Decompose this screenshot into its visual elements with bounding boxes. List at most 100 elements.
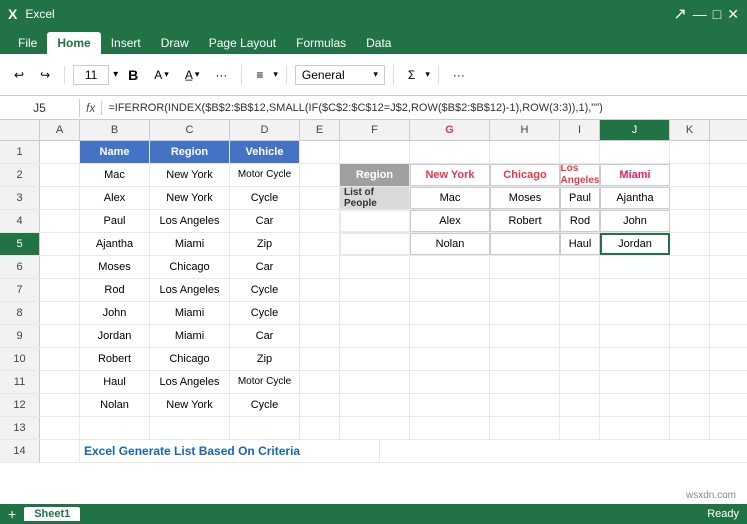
cell-b14-footer[interactable]: Excel Generate List Based On Criteria <box>80 440 380 462</box>
cell-f4[interactable] <box>340 210 410 232</box>
text-color-button[interactable]: A̲ ▾ <box>179 66 206 84</box>
cell-b8[interactable]: John <box>80 302 150 324</box>
cell-j1[interactable] <box>600 141 670 163</box>
cell-b9[interactable]: Jordan <box>80 325 150 347</box>
cell-f1[interactable] <box>340 141 410 163</box>
col-header-c[interactable]: C <box>150 120 230 140</box>
cell-b3[interactable]: Alex <box>80 187 150 209</box>
sheet-add-icon[interactable]: + <box>8 506 16 522</box>
cell-k4[interactable] <box>670 210 710 232</box>
cell-c1[interactable]: Region <box>150 141 230 163</box>
col-header-b[interactable]: B <box>80 120 150 140</box>
cell-a3[interactable] <box>40 187 80 209</box>
more-options-button[interactable]: ··· <box>447 66 471 84</box>
cell-d11[interactable]: Motor Cycle <box>230 371 300 393</box>
cell-e1[interactable] <box>300 141 340 163</box>
cell-e3[interactable] <box>300 187 340 209</box>
sum-button[interactable]: Σ <box>402 66 421 84</box>
tab-page-layout[interactable]: Page Layout <box>199 32 286 54</box>
chevron-down-icon[interactable]: ▾ <box>113 69 118 80</box>
cell-k1[interactable] <box>670 141 710 163</box>
undo-button[interactable]: ↩ <box>8 66 30 84</box>
cell-a2[interactable] <box>40 164 80 186</box>
cell-g3[interactable]: Mac <box>410 187 490 209</box>
cell-d5[interactable]: Zip <box>230 233 300 255</box>
redo-button[interactable]: ↪ <box>34 66 56 84</box>
cell-b2[interactable]: Mac <box>80 164 150 186</box>
cell-i4[interactable]: Rod <box>560 210 600 232</box>
tab-draw[interactable]: Draw <box>151 32 199 54</box>
font-color-button[interactable]: A ▾ <box>148 66 175 84</box>
cell-b12[interactable]: Nolan <box>80 394 150 416</box>
col-header-j[interactable]: J <box>600 120 670 140</box>
tab-formulas[interactable]: Formulas <box>286 32 356 54</box>
cell-d6[interactable]: Car <box>230 256 300 278</box>
cell-k3[interactable] <box>670 187 710 209</box>
cell-g4[interactable]: Alex <box>410 210 490 232</box>
cell-d1[interactable]: Vehicle <box>230 141 300 163</box>
col-header-e[interactable]: E <box>300 120 340 140</box>
cell-f2[interactable]: Region <box>340 164 410 186</box>
cell-h5[interactable] <box>490 233 560 255</box>
cell-a1[interactable] <box>40 141 80 163</box>
cell-reference[interactable]: J5 <box>0 99 80 117</box>
cell-a6[interactable] <box>40 256 80 278</box>
share-icon[interactable]: ↗ <box>673 4 686 24</box>
cell-g5[interactable]: Nolan <box>410 233 490 255</box>
cell-k5[interactable] <box>670 233 710 255</box>
cell-h2[interactable]: Chicago <box>490 164 560 186</box>
cell-c7[interactable]: Los Angeles <box>150 279 230 301</box>
cell-c9[interactable]: Miami <box>150 325 230 347</box>
align-button[interactable]: ≡ <box>250 66 269 84</box>
cell-c4[interactable]: Los Angeles <box>150 210 230 232</box>
col-header-g[interactable]: G <box>410 120 490 140</box>
cell-h3[interactable]: Moses <box>490 187 560 209</box>
cell-j4[interactable]: John <box>600 210 670 232</box>
tab-data[interactable]: Data <box>356 32 401 54</box>
close-icon[interactable]: ✕ <box>727 6 739 23</box>
cell-a5[interactable] <box>40 233 80 255</box>
cell-d3[interactable]: Cycle <box>230 187 300 209</box>
minimize-icon[interactable]: — <box>693 6 707 22</box>
maximize-icon[interactable]: □ <box>713 6 721 22</box>
cell-e6[interactable] <box>300 256 340 278</box>
cell-b4[interactable]: Paul <box>80 210 150 232</box>
cell-i3[interactable]: Paul <box>560 187 600 209</box>
cell-b11[interactable]: Haul <box>80 371 150 393</box>
cell-d8[interactable]: Cycle <box>230 302 300 324</box>
col-header-f[interactable]: F <box>340 120 410 140</box>
cell-d4[interactable]: Car <box>230 210 300 232</box>
sheet-tab-sheet1[interactable]: Sheet1 <box>24 507 80 521</box>
cell-d10[interactable]: Zip <box>230 348 300 370</box>
tab-home[interactable]: Home <box>47 32 100 54</box>
tab-file[interactable]: File <box>8 32 47 54</box>
cell-j3[interactable]: Ajantha <box>600 187 670 209</box>
cell-e4[interactable] <box>300 210 340 232</box>
cell-c10[interactable]: Chicago <box>150 348 230 370</box>
col-header-d[interactable]: D <box>230 120 300 140</box>
cell-c2[interactable]: New York <box>150 164 230 186</box>
cell-d12[interactable]: Cycle <box>230 394 300 416</box>
cell-b7[interactable]: Rod <box>80 279 150 301</box>
cell-i5[interactable]: Haul <box>560 233 600 255</box>
cell-b10[interactable]: Robert <box>80 348 150 370</box>
cell-d2[interactable]: Motor Cycle <box>230 164 300 186</box>
cell-i2[interactable]: Los Angeles <box>560 164 600 186</box>
cell-j2[interactable]: Miami <box>600 164 670 186</box>
cell-j5[interactable]: Jordan <box>600 233 670 255</box>
cell-c8[interactable]: Miami <box>150 302 230 324</box>
font-size-input[interactable] <box>73 65 109 85</box>
more-button[interactable]: ··· <box>209 66 233 84</box>
tab-insert[interactable]: Insert <box>101 32 151 54</box>
cell-b1[interactable]: Name <box>80 141 150 163</box>
cell-b5[interactable]: Ajantha <box>80 233 150 255</box>
col-header-a[interactable]: A <box>40 120 80 140</box>
cell-k2[interactable] <box>670 164 710 186</box>
cell-e5[interactable] <box>300 233 340 255</box>
cell-d9[interactable]: Car <box>230 325 300 347</box>
cell-c5[interactable]: Miami <box>150 233 230 255</box>
cell-c12[interactable]: New York <box>150 394 230 416</box>
col-header-i[interactable]: I <box>560 120 600 140</box>
cell-h4[interactable]: Robert <box>490 210 560 232</box>
col-header-h[interactable]: H <box>490 120 560 140</box>
